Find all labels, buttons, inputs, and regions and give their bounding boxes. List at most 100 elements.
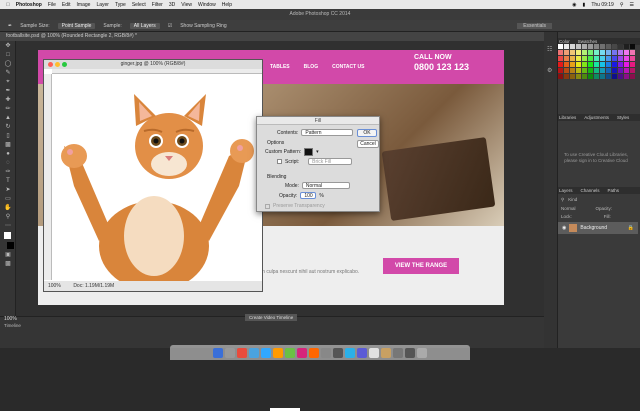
swatch[interactable] [576,68,581,73]
mode-select[interactable]: Normal [301,182,350,189]
tab-styles[interactable]: Styles [617,114,629,121]
dock-app-icon[interactable] [417,347,427,358]
foreground-color-swatch[interactable] [4,232,11,239]
swatch[interactable] [612,62,617,67]
swatch[interactable] [594,50,599,55]
dock-app-icon[interactable] [333,347,343,358]
battery-icon[interactable]: ▮ [583,2,586,8]
script-checkbox[interactable] [277,159,282,164]
swatch[interactable] [594,74,599,79]
swatch[interactable] [576,50,581,55]
dock-app-icon[interactable] [261,347,271,358]
swatch[interactable] [624,62,629,67]
lasso-tool-icon[interactable]: ◯ [4,61,12,67]
swatch[interactable] [624,74,629,79]
swatch[interactable] [618,62,623,67]
brush-tool-icon[interactable]: ✏ [4,106,12,112]
swatch[interactable] [582,50,587,55]
crop-tool-icon[interactable]: ⌖ [4,79,12,85]
blur-tool-icon[interactable]: ● [4,151,12,157]
menu-type[interactable]: Type [115,2,126,8]
dock-app-icon[interactable] [321,347,331,358]
menu-3d[interactable]: 3D [169,2,175,8]
shape-tool-icon[interactable]: ▭ [4,196,12,202]
dock-app-icon[interactable] [369,347,379,358]
kind-select[interactable]: Kind [568,197,577,203]
dock-app-icon[interactable] [249,347,259,358]
more-tools-icon[interactable]: ⋯ [4,223,12,229]
swatch[interactable] [594,68,599,73]
menu-file[interactable]: File [48,2,56,8]
sample-size-select[interactable]: Point Sample [57,22,96,29]
swatch[interactable] [588,68,593,73]
tab-libraries[interactable]: Libraries [559,114,576,121]
swatch[interactable] [570,74,575,79]
swatch[interactable] [582,56,587,61]
swatch[interactable] [582,62,587,67]
swatch[interactable] [606,44,611,49]
dock-app-icon[interactable] [237,347,247,358]
eyedropper-tool-icon[interactable]: ✒ [4,88,12,94]
swatch[interactable] [612,74,617,79]
swatch[interactable] [564,56,569,61]
swatch[interactable] [612,50,617,55]
apple-icon[interactable]:  [6,2,10,8]
swatch[interactable] [588,56,593,61]
menu-layer[interactable]: Layer [96,2,109,8]
workspace-select[interactable]: Essentials [517,22,552,29]
pattern-dropdown-icon[interactable]: ▾ [316,149,319,155]
layer-background[interactable]: ◉ Background 🔒 [558,222,638,234]
dock-app-icon[interactable] [273,347,283,358]
dock-app-icon[interactable] [357,347,367,358]
ginger-document-window[interactable]: ginger.jpg @ 100% (RGB/8#) 100% Doc: 1.1… [43,59,263,292]
swatch[interactable] [618,74,623,79]
swatch[interactable] [600,62,605,67]
swatch[interactable] [588,44,593,49]
swatch[interactable] [558,62,563,67]
dock-app-icon[interactable] [381,347,391,358]
menu-view[interactable]: View [181,2,192,8]
swatch[interactable] [600,68,605,73]
tab-adjustments[interactable]: Adjustments [584,114,609,121]
swatch[interactable] [594,44,599,49]
swatch[interactable] [564,50,569,55]
marquee-tool-icon[interactable]: □ [4,52,12,58]
swatch[interactable] [576,62,581,67]
swatch[interactable] [582,74,587,79]
menu-list-icon[interactable]: ☰ [630,2,634,8]
filter-icon[interactable]: ⚲ [561,197,564,203]
swatch[interactable] [600,50,605,55]
document-tab[interactable]: footballsite.psd @ 100% (Rounded Rectang… [0,32,545,41]
zoom-tool-icon[interactable]: ⚲ [4,214,12,220]
swatch[interactable] [582,68,587,73]
maximize-icon[interactable] [62,62,67,67]
swatch[interactable] [630,56,635,61]
hand-tool-icon[interactable]: ✋ [4,205,12,211]
swatch[interactable] [576,74,581,79]
dock-app-icon[interactable] [393,347,403,358]
swatch[interactable] [570,68,575,73]
swatch[interactable] [558,56,563,61]
dock-app-icon[interactable] [225,347,235,358]
screen-mode-icon[interactable]: ▩ [4,261,12,267]
swatch[interactable] [606,74,611,79]
swatch[interactable] [630,50,635,55]
swatch[interactable] [600,56,605,61]
menu-select[interactable]: Select [132,2,146,8]
swatch[interactable] [570,62,575,67]
swatch[interactable] [582,44,587,49]
dock-app-icon[interactable] [309,347,319,358]
swatch[interactable] [570,56,575,61]
ok-button[interactable]: OK [357,129,377,137]
swatch[interactable] [576,56,581,61]
create-video-timeline-button[interactable]: Create Video Timeline [245,314,298,321]
eraser-tool-icon[interactable]: ▯ [4,133,12,139]
sample-select[interactable]: All Layers [129,22,160,29]
swatch[interactable] [564,44,569,49]
swatch[interactable] [606,62,611,67]
swatch[interactable] [618,68,623,73]
swatch[interactable] [606,50,611,55]
opacity-input[interactable]: 100 [300,192,317,199]
swatch[interactable] [630,62,635,67]
cancel-button[interactable]: Cancel [357,140,379,148]
